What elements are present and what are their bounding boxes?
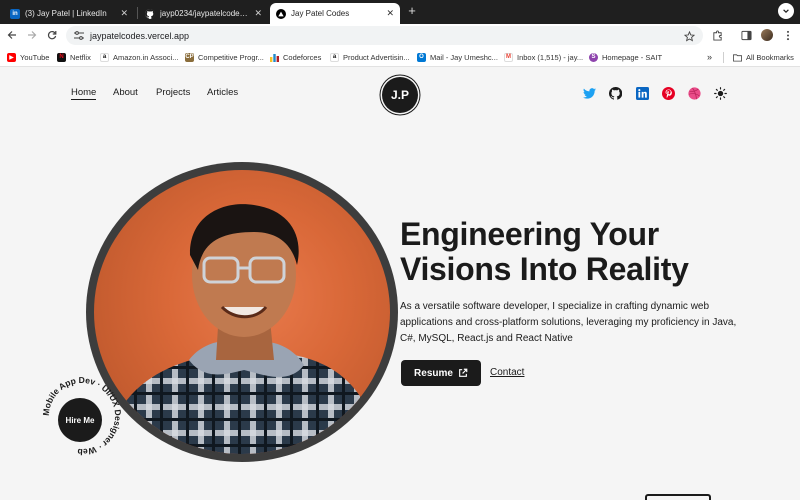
hero-headline-line-2: Visions Into Reality bbox=[400, 251, 689, 287]
sait-icon: S bbox=[589, 52, 598, 62]
bookmark-label: Homepage - SAIT bbox=[602, 52, 663, 62]
puzzle-icon bbox=[712, 29, 722, 41]
site-info-icon[interactable] bbox=[74, 31, 84, 40]
new-tab-button[interactable]: + bbox=[405, 4, 419, 18]
dribbble-icon[interactable] bbox=[687, 86, 701, 100]
nav-projects[interactable]: Projects bbox=[156, 87, 190, 98]
tab-jay-patel-codes[interactable]: Jay Patel Codes ✕ bbox=[270, 3, 400, 24]
netflix-icon: N bbox=[57, 52, 66, 62]
browser-toolbar: jaypatelcodes.vercel.app bbox=[0, 24, 800, 47]
amazon-icon: a bbox=[330, 52, 339, 62]
tab-divider bbox=[137, 7, 138, 19]
profile-photo bbox=[94, 170, 390, 454]
star-icon bbox=[683, 30, 696, 42]
tab-linkedin[interactable]: in (3) Jay Patel | LinkedIn ✕ bbox=[4, 3, 134, 24]
bookmark-amazon-associates[interactable]: a Amazon.in Associ... bbox=[100, 51, 178, 63]
bookmark-divider bbox=[723, 52, 724, 63]
resume-label: Resume bbox=[414, 367, 453, 379]
more-bookmarks-button[interactable]: » bbox=[707, 51, 712, 63]
bookmark-outlook-mail[interactable]: O Mail - Jay Umeshc... bbox=[417, 51, 498, 63]
linkedin-favicon-icon: in bbox=[10, 8, 20, 19]
bookmark-competitive-programming[interactable]: CP Competitive Progr... bbox=[185, 51, 264, 63]
external-link-icon bbox=[459, 368, 468, 377]
all-bookmarks-button[interactable]: All Bookmarks bbox=[733, 51, 794, 63]
close-tab-icon[interactable]: ✕ bbox=[120, 8, 128, 19]
arrow-left-icon bbox=[7, 31, 16, 39]
hero-headline-line-1: Engineering Your bbox=[400, 216, 659, 252]
hire-me-button[interactable]: Hire Me bbox=[58, 398, 102, 442]
outlook-icon: O bbox=[417, 52, 426, 62]
bookmark-product-advertising[interactable]: a Product Advertisin... bbox=[330, 51, 410, 63]
tab-title: jayp0234/jaypatelcodes: Cra bbox=[160, 9, 250, 18]
bookmark-label: Amazon.in Associ... bbox=[113, 52, 179, 62]
theme-toggle-sun-icon[interactable] bbox=[713, 86, 727, 100]
nav-about[interactable]: About bbox=[113, 87, 138, 98]
pinterest-icon[interactable] bbox=[661, 86, 675, 100]
address-bar[interactable]: jaypatelcodes.vercel.app bbox=[66, 26, 703, 45]
bookmark-star-button[interactable] bbox=[683, 29, 696, 47]
nav-home[interactable]: Home bbox=[71, 87, 97, 100]
bookmark-label: Codeforces bbox=[283, 52, 322, 62]
reload-icon bbox=[47, 31, 57, 40]
bookmark-label: Product Advertisin... bbox=[343, 52, 410, 62]
tab-search-button[interactable] bbox=[778, 3, 794, 19]
resume-button[interactable]: Resume bbox=[401, 360, 481, 386]
reload-button[interactable] bbox=[45, 28, 59, 42]
gmail-icon: M bbox=[504, 52, 513, 62]
back-button[interactable] bbox=[5, 28, 19, 42]
bookmark-codeforces[interactable]: Codeforces bbox=[270, 51, 321, 63]
hero-description: As a versatile software developer, I spe… bbox=[400, 301, 737, 344]
tab-title: (3) Jay Patel | LinkedIn bbox=[25, 9, 107, 18]
amazon-icon: a bbox=[100, 52, 109, 62]
github-favicon-icon bbox=[145, 8, 155, 19]
kebab-menu-icon bbox=[786, 30, 790, 40]
github-icon[interactable] bbox=[608, 86, 622, 100]
site-logo[interactable]: J.P bbox=[382, 77, 418, 113]
more-bookmarks-label: » bbox=[707, 52, 713, 62]
close-tab-icon[interactable]: ✕ bbox=[386, 8, 394, 19]
bookmark-label: All Bookmarks bbox=[746, 52, 794, 62]
browser-tab-strip: in (3) Jay Patel | LinkedIn ✕ jayp0234/j… bbox=[0, 0, 800, 24]
extensions-button[interactable] bbox=[711, 29, 723, 41]
side-panel-icon bbox=[740, 30, 752, 40]
profile-avatar[interactable] bbox=[761, 29, 773, 41]
folder-icon bbox=[733, 53, 742, 62]
chevron-down-icon bbox=[783, 9, 789, 14]
side-panel-button[interactable] bbox=[740, 29, 752, 41]
bookmark-label: Competitive Progr... bbox=[198, 52, 264, 62]
bookmark-label: Inbox (1,515) - jay... bbox=[517, 52, 584, 62]
tab-github[interactable]: jayp0234/jaypatelcodes: Cra ✕ bbox=[139, 3, 268, 24]
tab-title: Jay Patel Codes bbox=[291, 9, 350, 18]
bookmark-label: Netflix bbox=[70, 52, 91, 62]
arrow-right-icon bbox=[28, 31, 37, 39]
forward-button[interactable] bbox=[25, 28, 39, 42]
bookmark-gmail-inbox[interactable]: M Inbox (1,515) - jay... bbox=[504, 51, 583, 63]
cp-icon: CP bbox=[185, 52, 194, 62]
vercel-favicon-icon bbox=[276, 8, 286, 19]
bookmark-sait[interactable]: S Homepage - SAIT bbox=[589, 51, 662, 63]
twitter-icon[interactable] bbox=[582, 86, 596, 100]
close-tab-icon[interactable]: ✕ bbox=[254, 8, 262, 19]
nav-articles[interactable]: Articles bbox=[207, 87, 238, 98]
hire-me-label: Hire Me bbox=[65, 415, 95, 425]
partial-section-element bbox=[645, 494, 711, 500]
hero-headline: Engineering Your Visions Into Reality bbox=[400, 217, 780, 287]
bookmark-label: Mail - Jay Umeshc... bbox=[430, 52, 498, 62]
page-content: Home About Projects Articles J.P Enginee… bbox=[0, 67, 800, 500]
browser-menu-button[interactable] bbox=[782, 29, 794, 41]
linkedin-icon[interactable] bbox=[635, 86, 649, 100]
contact-link[interactable]: Contact bbox=[490, 367, 524, 378]
codeforces-icon bbox=[270, 53, 279, 62]
bookmarks-bar: ▶ YouTube N Netflix a Amazon.in Associ..… bbox=[0, 47, 800, 67]
bookmark-label: YouTube bbox=[20, 52, 50, 62]
url-text: jaypatelcodes.vercel.app bbox=[90, 30, 190, 41]
bookmark-youtube[interactable]: ▶ YouTube bbox=[7, 51, 49, 63]
bookmark-netflix[interactable]: N Netflix bbox=[57, 51, 91, 63]
youtube-icon: ▶ bbox=[7, 52, 16, 62]
